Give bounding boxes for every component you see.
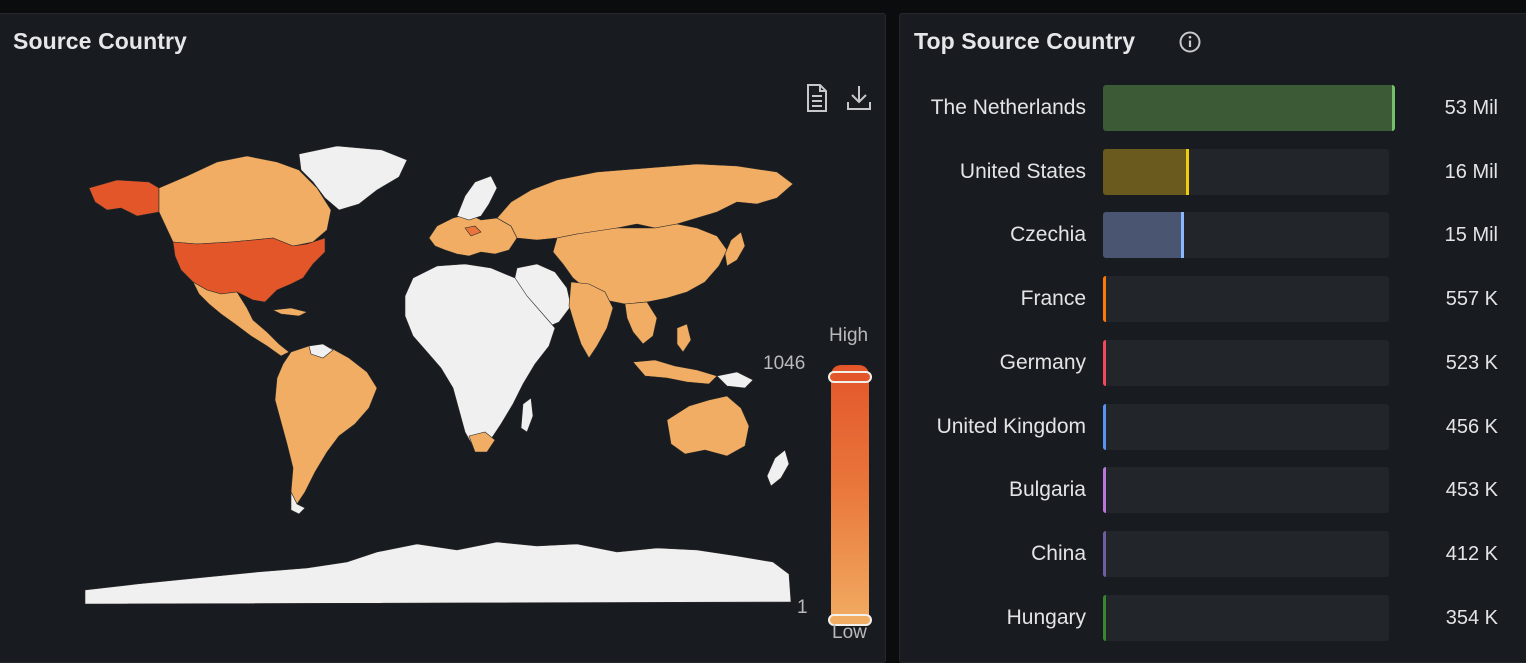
bar-track	[1103, 276, 1389, 323]
legend-high-label: High	[829, 325, 869, 346]
bar-edge	[1392, 85, 1395, 131]
country-papua[interactable]	[716, 371, 754, 389]
bar-label: Hungary	[1006, 605, 1086, 629]
bar-label: Czechia	[1010, 223, 1086, 247]
bar-value: 354 K	[1445, 606, 1498, 629]
bar-row[interactable]: France 557 K	[900, 275, 1526, 323]
bar-edge	[1103, 339, 1106, 386]
bar-label: United Kingdom	[936, 414, 1086, 438]
country-australia[interactable]	[666, 395, 750, 457]
dashboard-top-strip	[0, 0, 1526, 13]
bar-fill	[1103, 85, 1395, 131]
document-icon[interactable]	[803, 82, 831, 114]
bar-value: 16 Mil	[1444, 160, 1498, 183]
legend-low-label: Low	[832, 622, 867, 643]
info-circle-icon[interactable]	[1178, 30, 1202, 54]
bar-label: United States	[959, 159, 1086, 183]
bar-edge	[1103, 276, 1106, 323]
country-new-zealand[interactable]	[766, 449, 790, 487]
country-southeast-asia[interactable]	[624, 301, 658, 345]
country-indonesia[interactable]	[632, 359, 718, 385]
bar-value: 453 K	[1445, 479, 1498, 502]
bar-row[interactable]: Bulgaria 453 K	[900, 466, 1526, 514]
bar-edge	[1103, 467, 1106, 514]
country-antarctica[interactable]	[84, 541, 792, 605]
bar-edge	[1103, 403, 1106, 450]
bar-row[interactable]: United Kingdom 456 K	[900, 403, 1526, 451]
bar-track	[1103, 148, 1389, 195]
legend-max-handle[interactable]	[828, 371, 872, 383]
country-madagascar[interactable]	[520, 397, 534, 433]
top-source-country-panel: Top Source Country The Netherlands 53 Mil…	[899, 13, 1526, 663]
bar-track	[1103, 212, 1389, 259]
country-scandinavia[interactable]	[456, 175, 498, 221]
country-japan[interactable]	[724, 231, 746, 267]
download-icon[interactable]	[845, 82, 873, 114]
bar-row[interactable]: Hungary 354 K	[900, 594, 1526, 642]
bar-value: 53 Mil	[1444, 97, 1498, 119]
bar-edge	[1103, 530, 1106, 577]
panel-title: Top Source Country	[914, 28, 1136, 54]
bar-label: Bulgaria	[1008, 478, 1086, 502]
bar-edge	[1181, 212, 1184, 259]
world-map[interactable]	[77, 132, 797, 612]
bar-row[interactable]: Czechia 15 Mil	[900, 211, 1526, 259]
country-cuba[interactable]	[271, 307, 308, 317]
panel-title: Source Country	[13, 28, 187, 54]
bar-row[interactable]: United States 16 Mil	[900, 148, 1526, 196]
bar-label: France	[1020, 287, 1086, 311]
country-united-states[interactable]	[172, 237, 326, 303]
bar-value: 557 K	[1445, 288, 1498, 311]
bar-label: Germany	[999, 350, 1086, 374]
legend-color-scale	[831, 365, 869, 626]
bar-track	[1103, 339, 1389, 386]
country-brazil[interactable]	[274, 345, 378, 505]
bar-track	[1103, 403, 1389, 450]
bar-value: 523 K	[1445, 351, 1498, 374]
bar-track	[1103, 467, 1389, 514]
bar-fill	[1103, 148, 1189, 195]
bar-label: The Netherlands	[930, 96, 1086, 119]
bar-track	[1103, 530, 1389, 577]
bar-value: 412 K	[1445, 542, 1498, 565]
bar-fill	[1103, 212, 1184, 259]
bar-track	[1103, 594, 1389, 641]
bar-edge	[1103, 594, 1106, 641]
bar-row[interactable]: Germany 523 K	[900, 339, 1526, 387]
bar-track	[1103, 85, 1395, 131]
country-philippines[interactable]	[676, 323, 692, 353]
bar-label: China	[1031, 541, 1086, 565]
bar-row[interactable]: The Netherlands 53 Mil	[900, 84, 1526, 132]
legend-min-value: 1	[797, 597, 808, 618]
bar-edge	[1186, 148, 1189, 195]
bar-row[interactable]: China 412 K	[900, 530, 1526, 578]
bar-value: 15 Mil	[1444, 224, 1498, 247]
country-alaska[interactable]	[88, 179, 160, 217]
bar-value: 456 K	[1445, 415, 1498, 438]
source-country-panel: Source Country High 1046 1 Low	[0, 13, 886, 663]
legend-max-value: 1046	[763, 353, 806, 374]
